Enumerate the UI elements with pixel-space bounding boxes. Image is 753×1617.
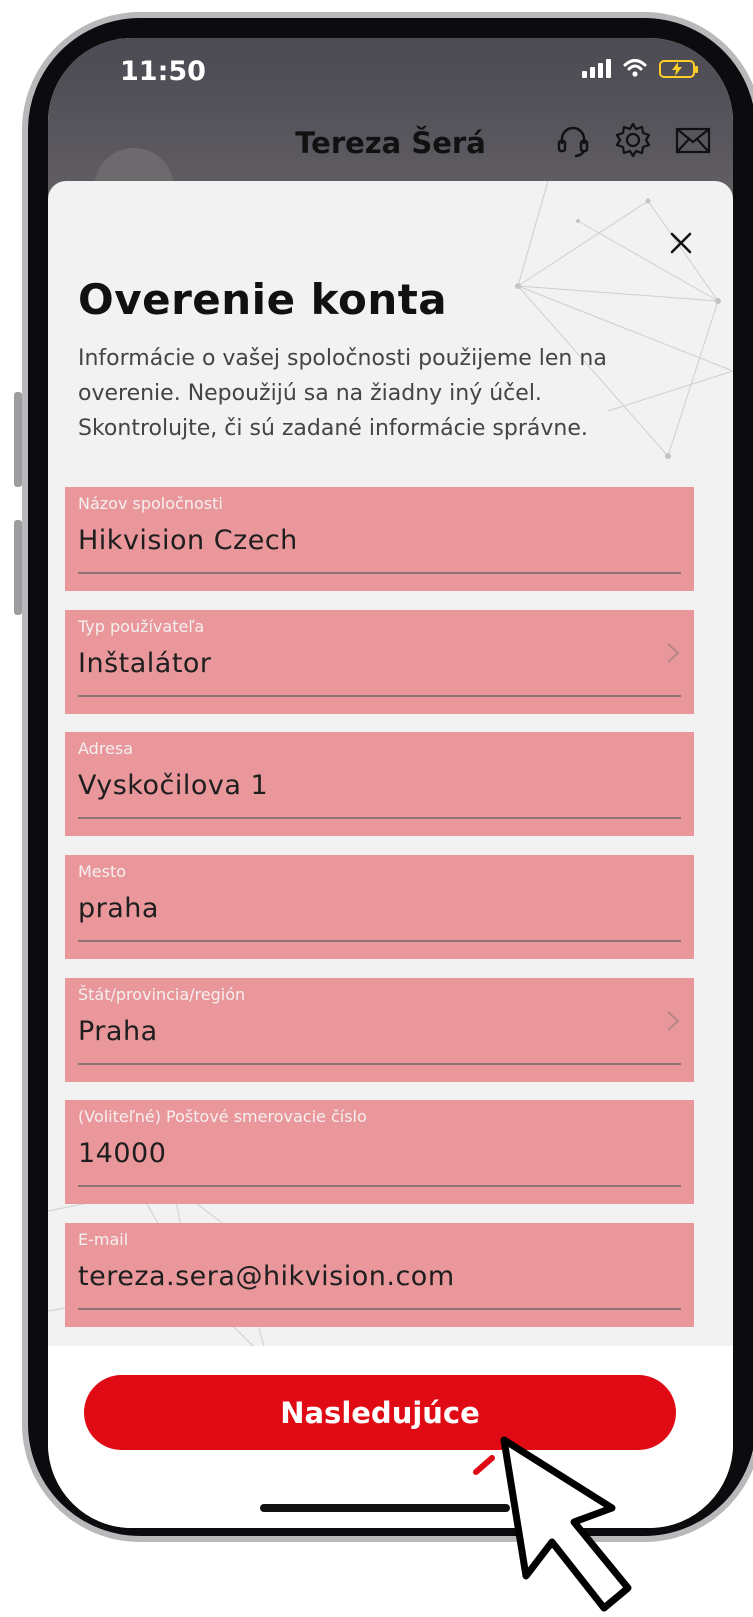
field-underline	[78, 695, 681, 697]
account-verification-sheet: Overenie konta Informácie o vašej spoloč…	[48, 181, 733, 1528]
field-underline	[78, 817, 681, 819]
field-label: Adresa	[78, 739, 134, 758]
header-actions	[553, 120, 713, 160]
chevron-right-icon	[667, 1011, 680, 1031]
field-underline	[78, 1308, 681, 1310]
signal-bars-icon	[582, 58, 611, 78]
phone-side-button-lower	[14, 520, 22, 615]
wifi-icon	[623, 59, 647, 77]
close-icon[interactable]	[659, 221, 703, 265]
field-label: E-mail	[78, 1230, 129, 1249]
headset-icon[interactable]	[553, 120, 593, 160]
field-label: Názov spoločnosti	[78, 494, 223, 513]
hand-pointer-icon	[467, 1397, 632, 1612]
field-underline	[78, 1063, 681, 1065]
status-time: 11:50	[120, 56, 206, 87]
mail-icon[interactable]	[673, 120, 713, 160]
page-title: Overenie konta	[78, 275, 448, 324]
chevron-right-icon	[667, 643, 680, 663]
field-label: (Voliteľné) Poštové smerovacie číslo	[78, 1107, 367, 1126]
field-label: Štát/provincia/región	[78, 985, 246, 1004]
user-type-field[interactable]: Typ používateľa Inštalátor	[65, 610, 694, 714]
phone-screen: 11:50 Tereza Šerá Overenie konta Informá…	[48, 38, 733, 1528]
field-underline	[78, 572, 681, 574]
gear-icon[interactable]	[613, 120, 653, 160]
field-underline	[78, 940, 681, 942]
email-input[interactable]	[78, 1261, 638, 1292]
description-text: Informácie o vašej spoločnosti použijeme…	[78, 346, 607, 441]
field-underline	[78, 1185, 681, 1187]
field-label: Typ používateľa	[78, 617, 205, 636]
address-field[interactable]: Adresa	[65, 732, 694, 836]
city-input[interactable]	[78, 893, 638, 924]
company-name-field[interactable]: Názov spoločnosti	[65, 487, 694, 591]
status-icons	[582, 58, 698, 78]
state-region-field[interactable]: Štát/provincia/región Praha	[65, 978, 694, 1082]
user-type-value: Inštalátor	[78, 648, 212, 679]
postal-code-input[interactable]	[78, 1138, 638, 1169]
state-region-value: Praha	[78, 1016, 158, 1047]
phone-side-button-upper	[14, 392, 22, 487]
company-name-input[interactable]	[78, 525, 638, 556]
battery-charging-icon	[659, 60, 698, 78]
postal-code-field[interactable]: (Voliteľné) Poštové smerovacie číslo	[65, 1100, 694, 1204]
field-label: Mesto	[78, 862, 127, 881]
address-input[interactable]	[78, 770, 638, 801]
email-field[interactable]: E-mail	[65, 1223, 694, 1327]
city-field[interactable]: Mesto	[65, 855, 694, 959]
